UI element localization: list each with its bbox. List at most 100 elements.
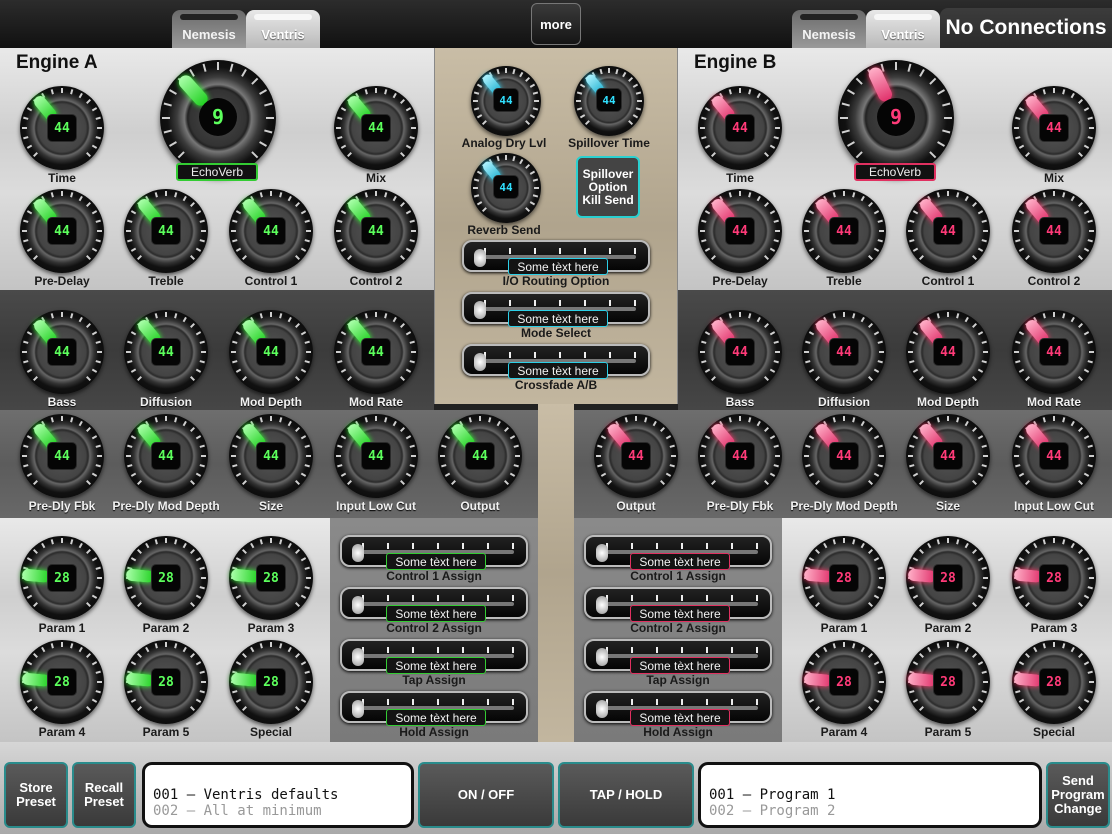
slider-thumb[interactable] bbox=[352, 596, 364, 614]
slider-value: Some tèxt here bbox=[508, 310, 608, 327]
engine-b-tap-assign-slider[interactable]: Some tèxt here bbox=[584, 639, 772, 674]
knob-value: 44 bbox=[361, 338, 391, 366]
slider-thumb[interactable] bbox=[596, 544, 608, 562]
engine-a-pre-dly-fbk-knob[interactable]: 44 bbox=[20, 414, 104, 498]
engine-b-input-low-cut-knob[interactable]: 44 bbox=[1012, 414, 1096, 498]
engine-b-param-3-knob[interactable]: 28 bbox=[1012, 536, 1096, 620]
engine-b-size-knob[interactable]: 44 bbox=[906, 414, 990, 498]
engine-a-control-2-assign-slider[interactable]: Some tèxt here bbox=[340, 587, 528, 622]
engine-b-hold-assign-slider[interactable]: Some tèxt here bbox=[584, 691, 772, 726]
engine-a-diffusion-knob[interactable]: 44 bbox=[124, 310, 208, 394]
center-crossfade-slider[interactable]: Some tèxt here bbox=[462, 344, 650, 379]
engine-b-pre-dly-fbk-knob[interactable]: 44 bbox=[698, 414, 782, 498]
knob-value: 44 bbox=[361, 217, 391, 245]
engine-a-param-2-knob[interactable]: 28 bbox=[124, 536, 208, 620]
engine-b-mod-rate-knob[interactable]: 44 bbox=[1012, 310, 1096, 394]
engine-b-control-2-assign-slider[interactable]: Some tèxt here bbox=[584, 587, 772, 622]
analog-dry-lvl-knob[interactable]: 44 bbox=[471, 66, 541, 136]
slider-tick bbox=[534, 300, 536, 306]
engine-b-param-5-knob[interactable]: 28 bbox=[906, 640, 990, 724]
center-io-routing-slider[interactable]: Some tèxt here bbox=[462, 240, 650, 275]
engine-a-pre-delay-knob[interactable]: 44 bbox=[20, 189, 104, 273]
engine-a-param-1-knob[interactable]: 28 bbox=[20, 536, 104, 620]
engine-a-mod-depth-knob[interactable]: 44 bbox=[229, 310, 313, 394]
program-list[interactable]: 001 – Program 1 002 – Program 2 bbox=[698, 762, 1042, 828]
engine-b-param-4-knob[interactable]: 28 bbox=[802, 640, 886, 724]
preset-list-item[interactable]: 002 – All at minimum bbox=[153, 803, 411, 819]
engine-b-control-1-knob[interactable]: 44 bbox=[906, 189, 990, 273]
engine-b-hold-assign-label: Hold Assign bbox=[643, 725, 713, 739]
slider-thumb[interactable] bbox=[596, 596, 608, 614]
engine-b-param-2-knob[interactable]: 28 bbox=[906, 536, 990, 620]
engine-a-control-2-knob[interactable]: 44 bbox=[334, 189, 418, 273]
center-mode-select-slider[interactable]: Some tèxt here bbox=[462, 292, 650, 327]
engine-a-algorithm-knob[interactable]: 9 bbox=[160, 60, 276, 176]
store-preset-button[interactable]: Store Preset bbox=[4, 762, 68, 828]
engine-b-algorithm-knob[interactable]: 9 bbox=[838, 60, 954, 176]
engine-a-param-3-label: Param 3 bbox=[247, 621, 295, 635]
engine-b-bass-knob[interactable]: 44 bbox=[698, 310, 782, 394]
engine-b-mod-depth-label: Mod Depth bbox=[917, 395, 979, 409]
spillover-time-knob[interactable]: 44 bbox=[574, 66, 644, 136]
engine-b-output-knob[interactable]: 44 bbox=[594, 414, 678, 498]
tab-label: Nemesis bbox=[182, 27, 236, 42]
reverb-send-knob[interactable]: 44 bbox=[471, 153, 541, 223]
engine-b-mod-depth-knob[interactable]: 44 bbox=[906, 310, 990, 394]
engine-b-control-2-knob[interactable]: 44 bbox=[1012, 189, 1096, 273]
slider-thumb[interactable] bbox=[352, 700, 364, 718]
preset-list[interactable]: 001 – Ventris defaults 002 – All at mini… bbox=[142, 762, 414, 828]
engine-a-param-4-knob[interactable]: 28 bbox=[20, 640, 104, 724]
slider-thumb[interactable] bbox=[596, 648, 608, 666]
slider-tick bbox=[512, 543, 514, 549]
send-program-change-button[interactable]: Send Program Change bbox=[1046, 762, 1110, 828]
slider-thumb[interactable] bbox=[474, 249, 486, 267]
engine-b-treble-knob[interactable]: 44 bbox=[802, 189, 886, 273]
slider-thumb[interactable] bbox=[474, 301, 486, 319]
engine-b-special-knob[interactable]: 28 bbox=[1012, 640, 1096, 724]
slider-thumb[interactable] bbox=[474, 353, 486, 371]
program-list-item[interactable]: 002 – Program 2 bbox=[709, 803, 1039, 819]
recall-preset-button[interactable]: Recall Preset bbox=[72, 762, 136, 828]
engine-a-time-knob[interactable]: 44 bbox=[20, 86, 104, 170]
engine-a-special-knob[interactable]: 28 bbox=[229, 640, 313, 724]
program-list-item[interactable]: 001 – Program 1 bbox=[709, 787, 1039, 803]
engine-b-param-3-label: Param 3 bbox=[1030, 621, 1078, 635]
engine-a-output-knob[interactable]: 44 bbox=[438, 414, 522, 498]
on-off-button[interactable]: ON / OFF bbox=[418, 762, 554, 828]
engine-a-hold-assign-slider[interactable]: Some tèxt here bbox=[340, 691, 528, 726]
engine-a-control-2-assign-label: Control 2 Assign bbox=[386, 621, 482, 635]
engine-a-param-3-knob[interactable]: 28 bbox=[229, 536, 313, 620]
engine-a-mix-knob[interactable]: 44 bbox=[334, 86, 418, 170]
engine-b-tab-ventris[interactable]: Ventris bbox=[866, 10, 940, 48]
preset-list-item[interactable]: 001 – Ventris defaults bbox=[153, 787, 411, 803]
engine-a-tab-nemesis[interactable]: Nemesis bbox=[172, 10, 246, 48]
spillover-kill-send-button[interactable]: Spillover Option Kill Send bbox=[576, 156, 640, 218]
engine-a-mod-rate-knob[interactable]: 44 bbox=[334, 310, 418, 394]
engine-a-treble-knob[interactable]: 44 bbox=[124, 189, 208, 273]
more-button[interactable]: more bbox=[531, 3, 581, 45]
engine-a-control-1-assign-slider[interactable]: Some tèxt here bbox=[340, 535, 528, 570]
engine-a-control-1-knob[interactable]: 44 bbox=[229, 189, 313, 273]
engine-b-pre-dly-mod-depth-knob[interactable]: 44 bbox=[802, 414, 886, 498]
slider-thumb[interactable] bbox=[352, 544, 364, 562]
engine-a-bass-knob[interactable]: 44 bbox=[20, 310, 104, 394]
engine-a-tap-assign-slider[interactable]: Some tèxt here bbox=[340, 639, 528, 674]
engine-b-algorithm-name[interactable]: EchoVerb bbox=[854, 163, 936, 181]
engine-a-input-low-cut-knob[interactable]: 44 bbox=[334, 414, 418, 498]
slider-tick bbox=[731, 647, 733, 653]
engine-a-param-5-knob[interactable]: 28 bbox=[124, 640, 208, 724]
engine-b-param-1-knob[interactable]: 28 bbox=[802, 536, 886, 620]
engine-b-time-knob[interactable]: 44 bbox=[698, 86, 782, 170]
engine-b-pre-delay-knob[interactable]: 44 bbox=[698, 189, 782, 273]
engine-b-control-1-assign-slider[interactable]: Some tèxt here bbox=[584, 535, 772, 570]
engine-a-size-knob[interactable]: 44 bbox=[229, 414, 313, 498]
engine-b-tab-nemesis[interactable]: Nemesis bbox=[792, 10, 866, 48]
tap-hold-button[interactable]: TAP / HOLD bbox=[558, 762, 694, 828]
engine-a-tab-ventris[interactable]: Ventris bbox=[246, 10, 320, 48]
engine-b-diffusion-knob[interactable]: 44 bbox=[802, 310, 886, 394]
engine-b-mix-knob[interactable]: 44 bbox=[1012, 86, 1096, 170]
slider-thumb[interactable] bbox=[596, 700, 608, 718]
slider-thumb[interactable] bbox=[352, 648, 364, 666]
engine-a-algorithm-name[interactable]: EchoVerb bbox=[176, 163, 258, 181]
engine-a-pre-dly-mod-depth-knob[interactable]: 44 bbox=[124, 414, 208, 498]
